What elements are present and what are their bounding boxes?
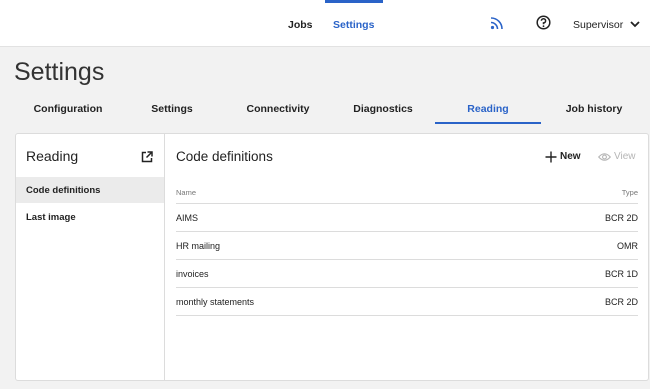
nav-jobs[interactable]: Jobs [288, 19, 313, 31]
sidebar-item-code-definitions[interactable]: Code definitions [16, 177, 164, 203]
sidebar-item-label: Code definitions [26, 185, 101, 196]
plus-icon [545, 151, 557, 163]
row-name: AIMS [176, 213, 199, 223]
code-definitions-content: Code definitions New View Name Type AIMS… [165, 134, 648, 380]
view-button-label: View [614, 151, 636, 162]
row-type: OMR [617, 241, 638, 251]
section-title: Code definitions [176, 149, 273, 164]
row-name: HR mailing [176, 241, 221, 251]
tab-settings[interactable]: Settings [151, 103, 192, 115]
tab-connectivity[interactable]: Connectivity [246, 103, 309, 115]
reading-panel: Reading Code definitions Last image Code… [15, 133, 649, 381]
sidebar-item-last-image[interactable]: Last image [16, 204, 164, 230]
sidebar-title: Reading [26, 148, 79, 164]
eye-icon [598, 153, 611, 161]
column-header-name[interactable]: Name [176, 188, 196, 197]
external-link-icon[interactable] [141, 151, 153, 163]
table-row[interactable]: AIMS BCR 2D [176, 203, 638, 232]
user-menu-label[interactable]: Supervisor [573, 19, 623, 31]
tab-diagnostics[interactable]: Diagnostics [353, 103, 413, 115]
row-type: BCR 2D [604, 213, 638, 223]
help-icon[interactable] [536, 15, 551, 30]
top-bar: Jobs Settings Supervisor [0, 0, 650, 47]
tab-reading[interactable]: Reading [467, 103, 508, 115]
table-row[interactable]: HR mailing OMR [176, 231, 638, 260]
row-type: BCR 1D [604, 269, 638, 279]
table-row[interactable]: monthly statements BCR 2D [176, 287, 638, 316]
row-name: invoices [176, 269, 209, 279]
sidebar: Reading Code definitions Last image [16, 134, 165, 380]
row-type: BCR 2D [604, 297, 638, 307]
table-divider [176, 315, 638, 316]
active-tab-indicator [435, 122, 541, 124]
new-button-label: New [560, 151, 581, 162]
tab-configuration[interactable]: Configuration [34, 103, 103, 115]
sidebar-item-label: Last image [26, 212, 76, 223]
rss-icon[interactable] [490, 16, 504, 30]
tab-bar: Configuration Settings Connectivity Diag… [0, 97, 650, 125]
column-header-type[interactable]: Type [622, 188, 638, 197]
chevron-down-icon[interactable] [629, 18, 641, 30]
table-row[interactable]: invoices BCR 1D [176, 259, 638, 288]
row-name: monthly statements [176, 297, 255, 307]
nav-settings[interactable]: Settings [333, 19, 374, 31]
active-nav-indicator [325, 0, 383, 3]
tab-job-history[interactable]: Job history [566, 103, 623, 115]
page-title: Settings [14, 58, 105, 86]
